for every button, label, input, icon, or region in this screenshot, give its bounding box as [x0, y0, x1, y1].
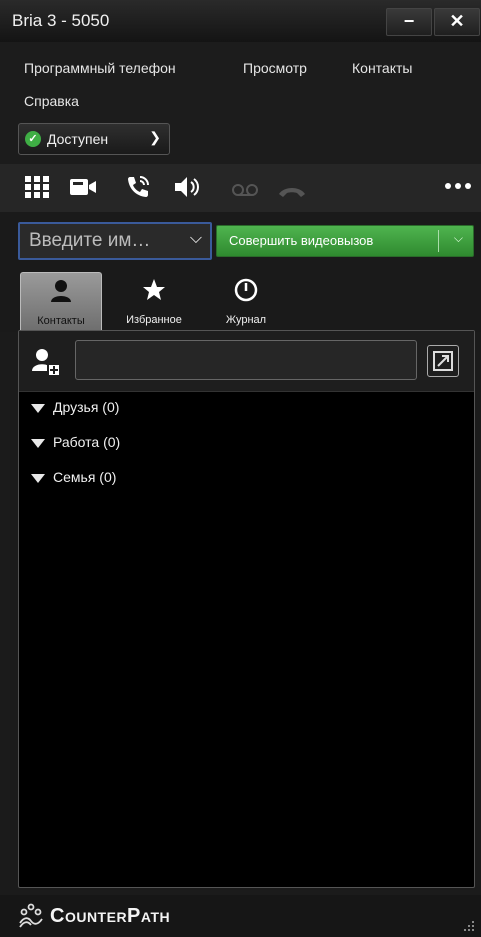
tab-favorites[interactable]: Избранное: [104, 272, 204, 330]
footer: CounterPath: [0, 895, 481, 937]
window-title: Bria 3 - 5050: [12, 11, 110, 30]
chevron-down-icon: ❯: [149, 129, 161, 145]
split-divider: [438, 230, 439, 252]
contacts-panel: Друзья (0) Работа (0) Семья (0): [18, 330, 475, 888]
minimize-button[interactable]: −: [386, 8, 432, 36]
expand-icon[interactable]: [427, 345, 459, 377]
dialpad-icon[interactable]: [24, 174, 52, 200]
title-bar: Bria 3 - 5050 − ✕: [0, 0, 481, 43]
voicemail-icon[interactable]: [230, 180, 258, 206]
menu-softphone[interactable]: Программный телефон: [24, 60, 176, 76]
star-icon: [143, 279, 165, 300]
phone-call-icon[interactable]: [124, 174, 152, 200]
counterpath-logo-icon: [18, 903, 44, 929]
video-call-label: Совершить видеовызов: [229, 233, 374, 248]
dial-placeholder: Введите им…: [29, 230, 151, 251]
menu-help[interactable]: Справка: [24, 93, 79, 109]
triangle-down-icon: [31, 473, 45, 483]
triangle-down-icon: [31, 438, 45, 448]
contact-group-family[interactable]: Семья (0): [31, 469, 116, 485]
menu-view[interactable]: Просмотр: [243, 60, 307, 76]
chevron-down-icon[interactable]: ⌵: [454, 231, 463, 246]
contact-group-friends[interactable]: Друзья (0): [31, 399, 119, 415]
tab-history[interactable]: Журнал: [206, 272, 286, 330]
hangup-icon[interactable]: [276, 180, 305, 206]
available-status-icon: ✓: [25, 131, 41, 147]
chevron-down-icon[interactable]: ⌵: [190, 230, 202, 248]
more-icon[interactable]: [444, 178, 472, 204]
group-label: Работа (0): [53, 434, 121, 450]
clock-icon: [234, 278, 258, 302]
contact-search-input[interactable]: [75, 340, 417, 380]
call-toolbar: [0, 164, 481, 212]
video-call-button[interactable]: Совершить видеовызов ⌵: [216, 225, 474, 257]
brand-logo-text: CounterPath: [50, 905, 171, 927]
presence-dropdown[interactable]: ✓ Доступен ❯: [18, 123, 170, 155]
speaker-icon[interactable]: [172, 174, 200, 200]
dial-input[interactable]: Введите им… ⌵: [18, 222, 212, 260]
group-label: Семья (0): [53, 469, 117, 485]
contact-icon: [51, 280, 71, 302]
contact-group-work[interactable]: Работа (0): [31, 434, 120, 450]
add-contact-icon[interactable]: [31, 347, 61, 377]
tab-label: Контакты: [37, 315, 85, 327]
video-camera-icon[interactable]: [68, 174, 96, 200]
menu-contacts[interactable]: Контакты: [352, 60, 412, 76]
group-label: Друзья (0): [53, 399, 120, 415]
presence-label: Доступен: [47, 131, 109, 147]
triangle-down-icon: [31, 403, 45, 413]
contacts-search-row: [19, 331, 474, 392]
tab-label: Избранное: [126, 314, 182, 326]
close-button[interactable]: ✕: [434, 8, 480, 36]
tab-contacts[interactable]: Контакты: [20, 272, 102, 331]
tab-label: Журнал: [225, 314, 267, 326]
resize-grip-icon[interactable]: [463, 919, 475, 931]
